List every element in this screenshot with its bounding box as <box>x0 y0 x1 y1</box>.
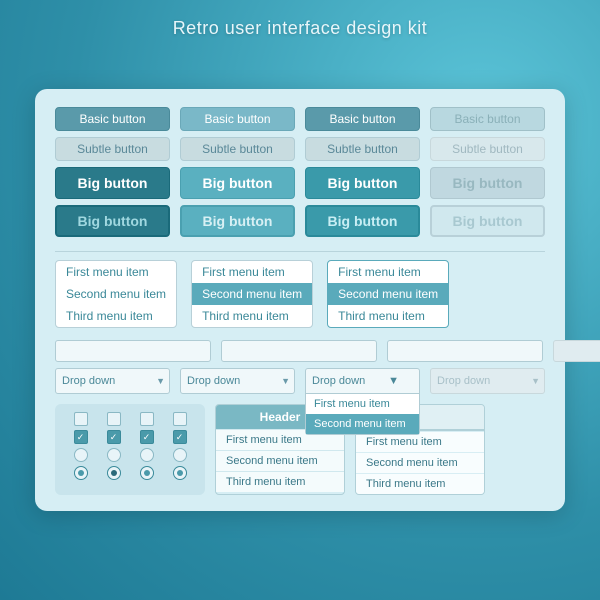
text-input-4[interactable] <box>553 340 600 362</box>
big-button-bright[interactable]: Big button <box>305 167 420 199</box>
basic-button-3[interactable]: Basic button <box>305 107 420 131</box>
menus-section: First menu item Second menu item Third m… <box>55 260 545 328</box>
menu-3-item-3[interactable]: Third menu item <box>328 305 448 327</box>
checkbox-7[interactable]: ✓ <box>131 430 162 444</box>
page-background: Retro user interface design kit Basic bu… <box>0 0 600 600</box>
radio-5[interactable] <box>65 466 96 480</box>
radio-8-btn[interactable] <box>173 466 187 480</box>
big-buttons-row-1: Big button Big button Big button Big but… <box>55 167 545 199</box>
dropdown-3-label: Drop down <box>312 375 365 387</box>
buttons-section: Basic button Basic button Basic button B… <box>55 107 545 237</box>
checkbox-5-box[interactable]: ✓ <box>74 430 88 444</box>
menu-1-item-3[interactable]: Third menu item <box>56 305 176 327</box>
checkbox-8-box[interactable]: ✓ <box>173 430 187 444</box>
radio-1[interactable] <box>65 448 96 462</box>
table-light-row-2[interactable]: Second menu item <box>356 452 484 473</box>
big-buttons-row-2: Big button Big button Big button Big but… <box>55 205 545 237</box>
menu-2-item-1[interactable]: First menu item <box>192 261 312 283</box>
radio-4[interactable] <box>164 448 195 462</box>
menu-1-item-2[interactable]: Second menu item <box>56 283 176 305</box>
basic-button-1[interactable]: Basic button <box>55 107 170 131</box>
radio-8[interactable] <box>164 466 195 480</box>
dropdown-3-item-1[interactable]: First menu item <box>306 394 419 414</box>
subtle-button-2[interactable]: Subtle button <box>180 137 295 161</box>
table-dark-row-3[interactable]: Third menu item <box>216 471 344 492</box>
radio-3[interactable] <box>131 448 162 462</box>
radio-7-btn[interactable] <box>140 466 154 480</box>
checkbox-6-box[interactable]: ✓ <box>107 430 121 444</box>
menu-2-item-3[interactable]: Third menu item <box>192 305 312 327</box>
menu-3: First menu item Second menu item Third m… <box>327 260 449 328</box>
bottom-section: ✓ ✓ ✓ ✓ Header <box>55 404 545 495</box>
checkbox-3[interactable] <box>131 412 162 426</box>
dropdown-3-open: Drop down ▼ First menu item Second menu … <box>305 368 420 394</box>
checkbox-5[interactable]: ✓ <box>65 430 96 444</box>
dropdown-3-button[interactable]: Drop down ▼ <box>305 368 420 394</box>
text-input-2[interactable] <box>221 340 377 362</box>
big-outline-button-dark[interactable]: Big button <box>55 205 170 237</box>
dropdown-2[interactable]: Drop down <box>180 368 295 394</box>
radio-5-btn[interactable] <box>74 466 88 480</box>
menu-3-item-1[interactable]: First menu item <box>328 261 448 283</box>
main-card: Basic button Basic button Basic button B… <box>35 89 565 511</box>
menu-1: First menu item Second menu item Third m… <box>55 260 177 328</box>
big-outline-button-mid[interactable]: Big button <box>180 205 295 237</box>
checks-section: ✓ ✓ ✓ ✓ <box>55 404 205 495</box>
checkbox-4-box[interactable] <box>173 412 187 426</box>
basic-button-2[interactable]: Basic button <box>180 107 295 131</box>
radio-6-btn[interactable] <box>107 466 121 480</box>
radio-4-btn[interactable] <box>173 448 187 462</box>
dropdowns-row: Drop down ▼ Drop down ▼ Drop down ▼ <box>55 368 545 394</box>
checkbox-3-box[interactable] <box>140 412 154 426</box>
big-button-mid[interactable]: Big button <box>180 167 295 199</box>
big-button-disabled[interactable]: Big button <box>430 167 545 199</box>
radio-7[interactable] <box>131 466 162 480</box>
basic-button-4[interactable]: Basic button <box>430 107 545 131</box>
text-input-3[interactable] <box>387 340 543 362</box>
checkbox-2-box[interactable] <box>107 412 121 426</box>
menu-3-item-2[interactable]: Second menu item <box>328 283 448 305</box>
radio-6[interactable] <box>98 466 129 480</box>
divider-1 <box>55 251 545 252</box>
checkbox-6[interactable]: ✓ <box>98 430 129 444</box>
dropdown-4[interactable]: Drop down <box>430 368 545 394</box>
page-title: Retro user interface design kit <box>0 18 600 39</box>
dropdown-3-item-2[interactable]: Second menu item <box>306 414 419 434</box>
subtle-button-4[interactable]: Subtle button <box>430 137 545 161</box>
menu-2-item-2[interactable]: Second menu item <box>192 283 312 305</box>
dropdown-2-wrap: Drop down ▼ <box>180 368 295 394</box>
checkbox-1-box[interactable] <box>74 412 88 426</box>
checkbox-4[interactable] <box>164 412 195 426</box>
big-outline-button-bright[interactable]: Big button <box>305 205 420 237</box>
inputs-section: Drop down ▼ Drop down ▼ Drop down ▼ <box>55 340 545 394</box>
checkbox-8[interactable]: ✓ <box>164 430 195 444</box>
table-light-row-3[interactable]: Third menu item <box>356 473 484 494</box>
dropdown-1-wrap: Drop down ▼ <box>55 368 170 394</box>
text-input-1[interactable] <box>55 340 211 362</box>
dropdown-3-chevron: ▼ <box>388 375 399 387</box>
basic-buttons-row: Basic button Basic button Basic button B… <box>55 107 545 131</box>
table-dark-row-2[interactable]: Second menu item <box>216 450 344 471</box>
dropdown-3-menu: First menu item Second menu item <box>305 394 420 435</box>
checkbox-grid: ✓ ✓ ✓ ✓ <box>65 412 195 480</box>
dropdown-4-wrap: Drop down ▼ <box>430 368 545 394</box>
radio-2-btn[interactable] <box>107 448 121 462</box>
subtle-button-1[interactable]: Subtle button <box>55 137 170 161</box>
subtle-button-3[interactable]: Subtle button <box>305 137 420 161</box>
checkbox-7-box[interactable]: ✓ <box>140 430 154 444</box>
big-button-dark[interactable]: Big button <box>55 167 170 199</box>
dropdown-1[interactable]: Drop down <box>55 368 170 394</box>
radio-3-btn[interactable] <box>140 448 154 462</box>
big-outline-button-disabled[interactable]: Big button <box>430 205 545 237</box>
radio-2[interactable] <box>98 448 129 462</box>
checkbox-1[interactable] <box>65 412 96 426</box>
text-inputs-row <box>55 340 545 362</box>
checkbox-2[interactable] <box>98 412 129 426</box>
radio-1-btn[interactable] <box>74 448 88 462</box>
menu-1-item-1[interactable]: First menu item <box>56 261 176 283</box>
menu-2: First menu item Second menu item Third m… <box>191 260 313 328</box>
subtle-buttons-row: Subtle button Subtle button Subtle butto… <box>55 137 545 161</box>
